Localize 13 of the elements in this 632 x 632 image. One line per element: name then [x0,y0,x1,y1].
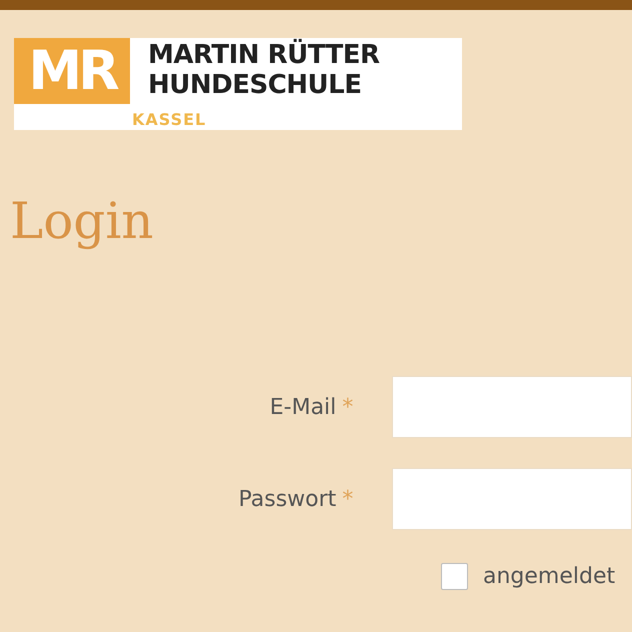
checkbox-label: angemeldet [483,564,616,589]
input-field[interactable] [392,376,632,438]
brand-name: HUNDESCHULE [148,70,362,100]
input-field[interactable] [392,468,632,530]
checkbox[interactable] [441,563,468,590]
brand-name: MARTIN RÜTTER [148,40,380,70]
logo-mark: MR [14,38,130,104]
field-label: E-Mail [270,394,336,420]
city-name: KASSEL [132,110,208,129]
required-mark: * [342,486,354,512]
page-heading: Login [10,192,154,250]
field-label: Passwort [238,486,336,512]
required-mark: * [342,394,354,420]
